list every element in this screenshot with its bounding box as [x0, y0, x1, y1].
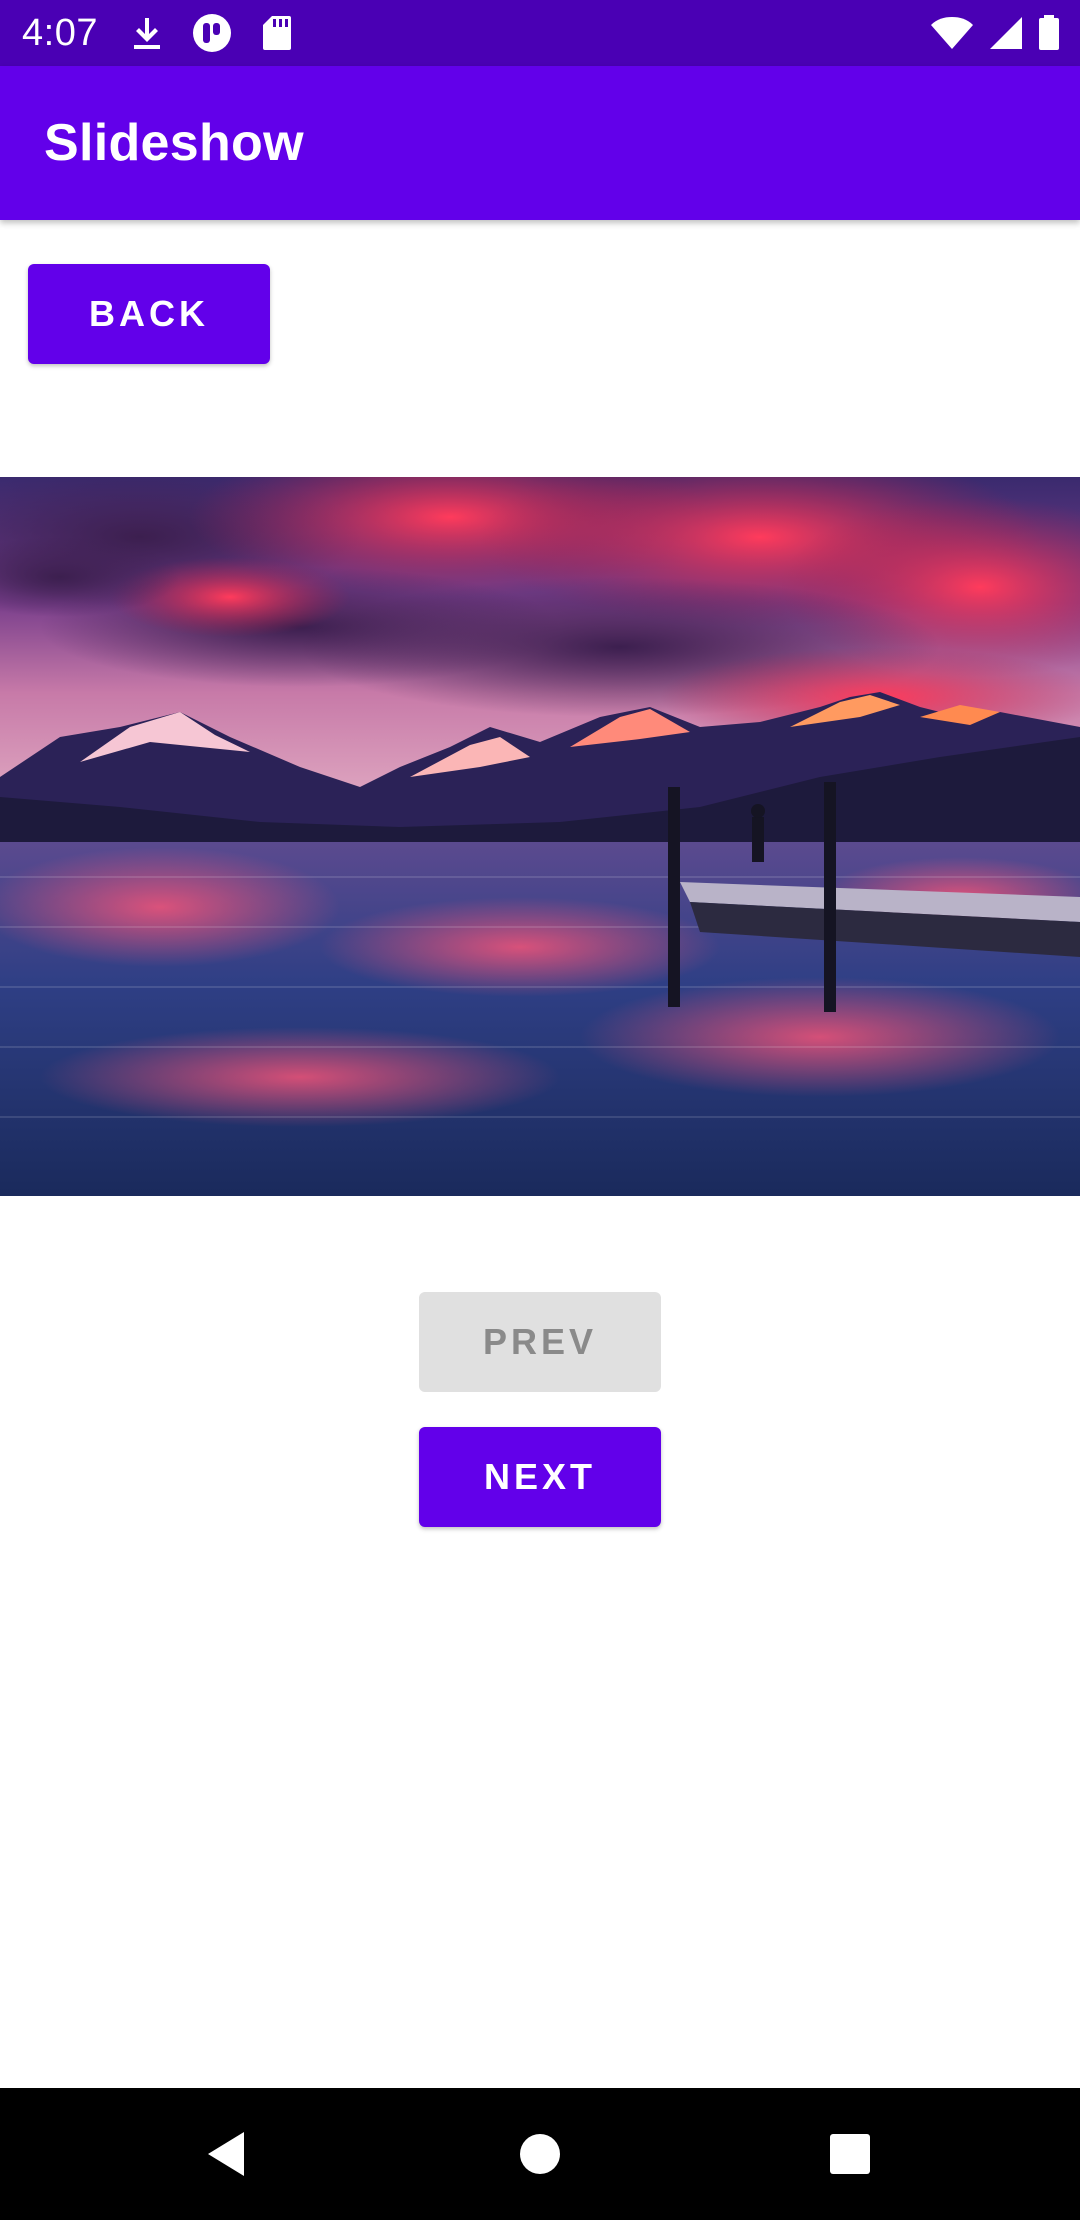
battery-icon	[1038, 15, 1060, 51]
navigation-bar	[0, 2088, 1080, 2220]
back-icon	[208, 2132, 244, 2176]
app-title: Slideshow	[44, 114, 304, 172]
home-icon	[520, 2134, 560, 2174]
pocket-icon	[192, 13, 232, 53]
download-icon	[132, 16, 162, 50]
status-notification-icons	[132, 13, 292, 53]
prev-button[interactable]: PREV	[419, 1292, 661, 1392]
status-system-icons	[930, 0, 1060, 66]
wifi-icon	[930, 16, 974, 50]
cell-signal-icon	[988, 16, 1024, 50]
recents-icon	[830, 2134, 870, 2174]
nav-recents-button[interactable]	[790, 2088, 910, 2220]
nav-back-button[interactable]	[166, 2088, 286, 2220]
status-time: 4:07	[22, 11, 98, 54]
next-button[interactable]: NEXT	[419, 1427, 661, 1527]
status-bar: 4:07	[0, 0, 1080, 66]
sd-card-icon	[262, 15, 292, 51]
slide-image	[0, 477, 1080, 1196]
nav-home-button[interactable]	[480, 2088, 600, 2220]
app-bar: Slideshow	[0, 66, 1080, 220]
lake-sunset-photo	[0, 477, 1080, 1196]
back-button[interactable]: BACK	[28, 264, 270, 364]
